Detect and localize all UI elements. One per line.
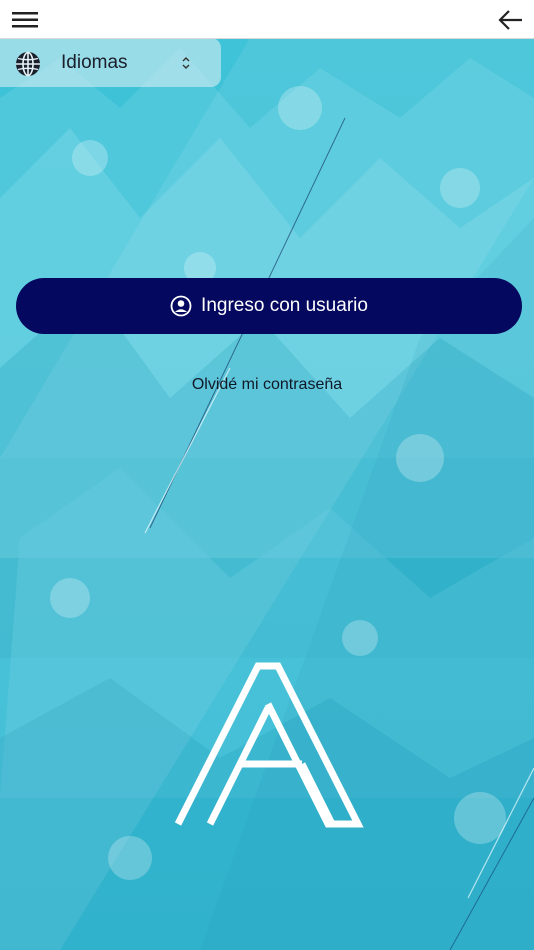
arrow-left-icon[interactable]: [496, 6, 526, 34]
user-circle-icon: [170, 295, 192, 317]
globe-icon: [16, 51, 40, 77]
language-select[interactable]: Idiomas: [0, 38, 221, 87]
brand-a-logo: [174, 662, 364, 828]
language-label: Idiomas: [61, 52, 128, 73]
chevron-up-down-icon: [182, 57, 190, 69]
top-bar: [0, 0, 534, 39]
login-with-user-button[interactable]: Ingreso con usuario: [16, 278, 522, 334]
hamburger-menu-icon[interactable]: [8, 6, 44, 34]
forgot-password-link[interactable]: Olvidé mi contraseña: [0, 376, 534, 394]
login-button-label: Ingreso con usuario: [201, 295, 368, 316]
login-screen: Idiomas Ingreso con usuario Olvidé mi co…: [0, 0, 534, 950]
